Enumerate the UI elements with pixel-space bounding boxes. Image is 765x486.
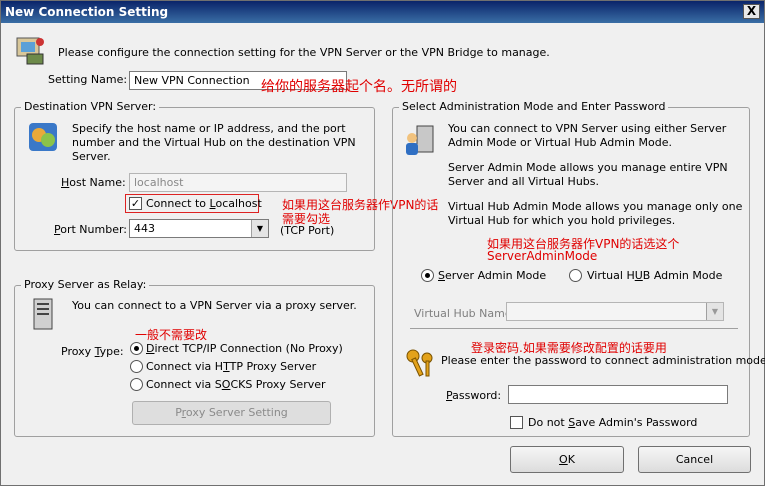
computer-config-icon bbox=[16, 37, 44, 65]
cancel-button[interactable]: Cancel bbox=[638, 446, 751, 473]
server-admin-mode-radio[interactable] bbox=[421, 269, 434, 282]
proxy-direct-radio[interactable] bbox=[130, 342, 143, 355]
mode-annotation-line2: ServerAdminMode bbox=[487, 249, 598, 263]
password-input[interactable] bbox=[508, 385, 728, 404]
proxy-socks-radio[interactable] bbox=[130, 378, 143, 391]
intro-text: Please configure the connection setting … bbox=[58, 46, 550, 59]
password-label: Password: bbox=[446, 389, 502, 402]
proxy-group-title: Proxy Server as Relay: bbox=[21, 278, 150, 291]
port-number-select[interactable]: 443 ▼ bbox=[129, 219, 269, 238]
title-bar: New Connection Setting bbox=[1, 1, 764, 23]
ok-button[interactable]: OK bbox=[510, 446, 624, 473]
proxy-type-label: Proxy Type: bbox=[61, 345, 124, 358]
host-name-input[interactable]: localhost bbox=[129, 173, 347, 192]
proxy-direct-label[interactable]: Direct TCP/IP Connection (No Proxy) bbox=[146, 342, 343, 355]
dont-save-password-label[interactable]: Do not Save Admin's Password bbox=[528, 416, 697, 429]
connection-setting-dialog: New Connection Setting X Please configur… bbox=[0, 0, 765, 486]
hub-name-select[interactable]: ▼ bbox=[506, 302, 724, 321]
keys-icon bbox=[406, 349, 433, 377]
setting-name-label: Setting Name: bbox=[48, 73, 128, 86]
admin-desc1: You can connect to VPN Server using eith… bbox=[448, 122, 727, 149]
chevron-down-icon[interactable]: ▼ bbox=[251, 220, 268, 237]
destination-description: Specify the host name or IP address, and… bbox=[72, 122, 356, 163]
proxy-description: You can connect to a VPN Server via a pr… bbox=[72, 299, 357, 312]
server-admin-mode-label[interactable]: Server Admin Mode bbox=[438, 269, 546, 282]
hub-admin-mode-radio[interactable] bbox=[569, 269, 582, 282]
separator bbox=[410, 328, 738, 329]
close-button[interactable]: X bbox=[743, 4, 760, 19]
proxy-setting-button[interactable]: Proxy Server Setting bbox=[132, 401, 331, 425]
port-number-label: Port Number: bbox=[54, 223, 128, 236]
connect-localhost-checkbox[interactable]: ✓ bbox=[129, 197, 142, 210]
chevron-down-icon[interactable]: ▼ bbox=[706, 303, 723, 320]
hub-admin-mode-label[interactable]: Virtual HUB Admin Mode bbox=[587, 269, 722, 282]
dont-save-password-checkbox[interactable] bbox=[510, 416, 523, 429]
proxy-http-radio[interactable] bbox=[130, 360, 143, 373]
destination-group-title: Destination VPN Server: bbox=[21, 100, 160, 113]
host-name-label: Host Name: bbox=[61, 176, 126, 189]
port-number-value: 443 bbox=[134, 222, 155, 235]
proxy-http-label[interactable]: Connect via HTTP Proxy Server bbox=[146, 360, 316, 373]
password-prompt: Please enter the password to connect adm… bbox=[441, 354, 765, 367]
name-annotation: 给你的服务器起个名。无所谓的 bbox=[261, 79, 457, 95]
admin-desc3: Virtual Hub Admin Mode allows you manage… bbox=[448, 200, 743, 227]
connect-localhost-label: Connect to Localhost bbox=[146, 197, 262, 210]
proxy-socks-label[interactable]: Connect via SOCKS Proxy Server bbox=[146, 378, 326, 391]
proxy-annotation: 一般不需要改 bbox=[135, 328, 208, 342]
admin-user-icon bbox=[406, 125, 434, 155]
window-title: New Connection Setting bbox=[5, 5, 169, 19]
admin-mode-group-title: Select Administration Mode and Enter Pas… bbox=[399, 100, 669, 113]
proxy-server-icon bbox=[33, 298, 53, 330]
server-globe-icon bbox=[29, 123, 57, 151]
connect-localhost-row[interactable]: ✓ Connect to Localhost bbox=[125, 194, 262, 213]
admin-desc2: Server Admin Mode allows you manage enti… bbox=[448, 161, 728, 188]
port-note: (TCP Port) bbox=[280, 224, 335, 237]
hub-name-label: Virtual Hub Name: bbox=[414, 307, 516, 320]
